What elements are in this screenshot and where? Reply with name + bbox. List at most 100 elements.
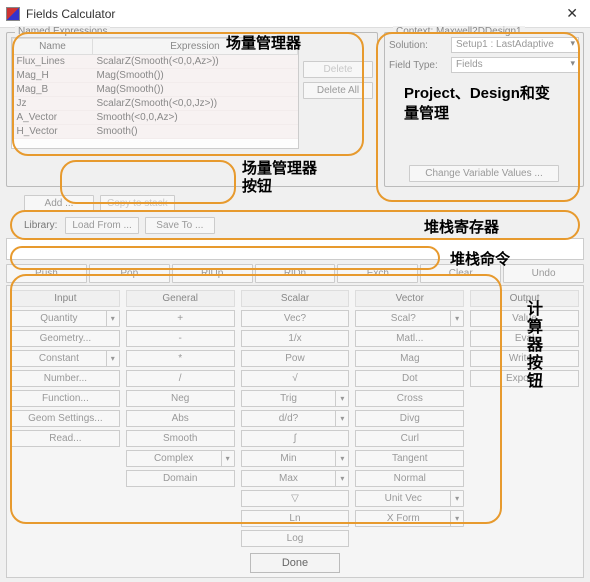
input-6-button[interactable]: Read... <box>11 430 120 447</box>
col-vector-header: Vector <box>355 290 464 307</box>
output-3-button[interactable]: Export... <box>470 370 579 387</box>
vector-2-button[interactable]: Mag <box>355 350 464 367</box>
vector-3-button[interactable]: Dot <box>355 370 464 387</box>
input-0-button[interactable]: Quantity <box>11 310 106 327</box>
app-icon <box>6 7 20 21</box>
window-title: Fields Calculator <box>26 7 560 21</box>
scalar-0-button[interactable]: Vec? <box>241 310 350 327</box>
scalar-8-button[interactable]: Max <box>241 470 336 487</box>
output-1-button[interactable]: Eval <box>470 330 579 347</box>
vector-10-button[interactable]: X Form <box>355 510 450 527</box>
col-scalar-header: Scalar <box>241 290 350 307</box>
chevron-down-icon[interactable]: ▾ <box>450 490 464 507</box>
chevron-down-icon[interactable]: ▾ <box>335 390 349 407</box>
scalar-10-button[interactable]: Ln <box>241 510 350 527</box>
add-button[interactable]: Add ... <box>24 195 94 212</box>
delete-button[interactable]: Delete <box>303 61 373 78</box>
input-3-button[interactable]: Number... <box>11 370 120 387</box>
chevron-down-icon[interactable]: ▾ <box>450 510 464 527</box>
chevron-down-icon[interactable]: ▾ <box>335 410 349 427</box>
fieldtype-label: Field Type: <box>389 60 447 71</box>
scalar-2-button[interactable]: Pow <box>241 350 350 367</box>
scalar-3-button[interactable]: √ <box>241 370 350 387</box>
done-button[interactable]: Done <box>250 553 340 573</box>
copy-to-stack-button[interactable]: Copy to stack <box>100 195 175 212</box>
load-from-button[interactable]: Load From ... <box>65 217 138 234</box>
rlup-button[interactable]: RlUp <box>172 264 253 283</box>
input-5-button[interactable]: Geom Settings... <box>11 410 120 427</box>
solution-label: Solution: <box>389 40 447 51</box>
cell-name: H_Vector <box>13 125 93 139</box>
title-bar: Fields Calculator ✕ <box>0 0 590 28</box>
undo-button[interactable]: Undo <box>503 264 584 283</box>
input-4-button[interactable]: Function... <box>11 390 120 407</box>
scalar-9-button[interactable]: ▽ <box>241 490 350 507</box>
cell-name: Mag_B <box>13 83 93 97</box>
cell-expr: Smooth(<0,0,Az>) <box>93 111 298 125</box>
exch-button[interactable]: Exch <box>337 264 418 283</box>
general-1-button[interactable]: - <box>126 330 235 347</box>
table-row[interactable]: H_VectorSmooth() <box>13 125 298 139</box>
scalar-7-button[interactable]: Min <box>241 450 336 467</box>
table-row[interactable]: JzScalarZ(Smooth(<0,0,Jz>)) <box>13 97 298 111</box>
general-4-button[interactable]: Neg <box>126 390 235 407</box>
vector-7-button[interactable]: Tangent <box>355 450 464 467</box>
input-2-button[interactable]: Constant <box>11 350 106 367</box>
clear-button[interactable]: Clear <box>420 264 501 283</box>
vector-5-button[interactable]: Divg <box>355 410 464 427</box>
vector-1-button[interactable]: Matl... <box>355 330 464 347</box>
expressions-table[interactable]: Name Expression Flux_LinesScalarZ(Smooth… <box>11 37 299 149</box>
context-group: Context: Maxwell2DDesign1 Solution: Setu… <box>384 32 584 187</box>
context-legend: Context: Maxwell2DDesign1 <box>393 26 525 37</box>
solution-select[interactable]: Setup1 : LastAdaptive <box>451 37 579 53</box>
scalar-5-button[interactable]: d/d? <box>241 410 336 427</box>
stack-register[interactable] <box>6 238 584 260</box>
table-row[interactable]: Mag_BMag(Smooth()) <box>13 83 298 97</box>
push-button[interactable]: Push <box>6 264 87 283</box>
fieldtype-select[interactable]: Fields <box>451 57 579 73</box>
cell-name: Mag_H <box>13 69 93 83</box>
table-row[interactable]: Mag_HMag(Smooth()) <box>13 69 298 83</box>
chevron-down-icon[interactable]: ▾ <box>335 470 349 487</box>
general-5-button[interactable]: Abs <box>126 410 235 427</box>
scalar-6-button[interactable]: ∫ <box>241 430 350 447</box>
pop-button[interactable]: Pop <box>89 264 170 283</box>
table-row[interactable]: Flux_LinesScalarZ(Smooth(<0,0,Az>)) <box>13 55 298 69</box>
named-legend: Named Expressions <box>15 26 110 37</box>
general-7-button[interactable]: Complex <box>126 450 221 467</box>
vector-4-button[interactable]: Cross <box>355 390 464 407</box>
input-1-button[interactable]: Geometry... <box>11 330 120 347</box>
col-input-header: Input <box>11 290 120 307</box>
rldn-button[interactable]: RlDn <box>255 264 336 283</box>
chevron-down-icon[interactable]: ▾ <box>335 450 349 467</box>
general-0-button[interactable]: + <box>126 310 235 327</box>
general-6-button[interactable]: Smooth <box>126 430 235 447</box>
scalar-1-button[interactable]: 1/x <box>241 330 350 347</box>
chevron-down-icon[interactable]: ▾ <box>221 450 235 467</box>
delete-all-button[interactable]: Delete All <box>303 82 373 99</box>
col-general-header: General <box>126 290 235 307</box>
vector-9-button[interactable]: Unit Vec <box>355 490 450 507</box>
chevron-down-icon[interactable]: ▾ <box>450 310 464 327</box>
close-icon[interactable]: ✕ <box>560 5 584 22</box>
output-0-button[interactable]: Value <box>470 310 579 327</box>
vector-0-button[interactable]: Scal? <box>355 310 450 327</box>
table-row[interactable]: A_VectorSmooth(<0,0,Az>) <box>13 111 298 125</box>
save-to-button[interactable]: Save To ... <box>145 217 215 234</box>
vector-8-button[interactable]: Normal <box>355 470 464 487</box>
cell-expr: ScalarZ(Smooth(<0,0,Az>)) <box>93 55 298 69</box>
scalar-11-button[interactable]: Log <box>241 530 350 547</box>
stack-commands: PushPopRlUpRlDnExchClearUndo <box>6 264 584 283</box>
scalar-4-button[interactable]: Trig <box>241 390 336 407</box>
general-8-button[interactable]: Domain <box>126 470 235 487</box>
chevron-down-icon[interactable]: ▾ <box>106 310 120 327</box>
col-expr: Expression <box>93 39 298 55</box>
vector-6-button[interactable]: Curl <box>355 430 464 447</box>
cell-name: Flux_Lines <box>13 55 93 69</box>
general-3-button[interactable]: / <box>126 370 235 387</box>
chevron-down-icon[interactable]: ▾ <box>106 350 120 367</box>
cell-name: Jz <box>13 97 93 111</box>
change-vars-button[interactable]: Change Variable Values ... <box>409 165 559 182</box>
general-2-button[interactable]: * <box>126 350 235 367</box>
output-2-button[interactable]: Write... <box>470 350 579 367</box>
